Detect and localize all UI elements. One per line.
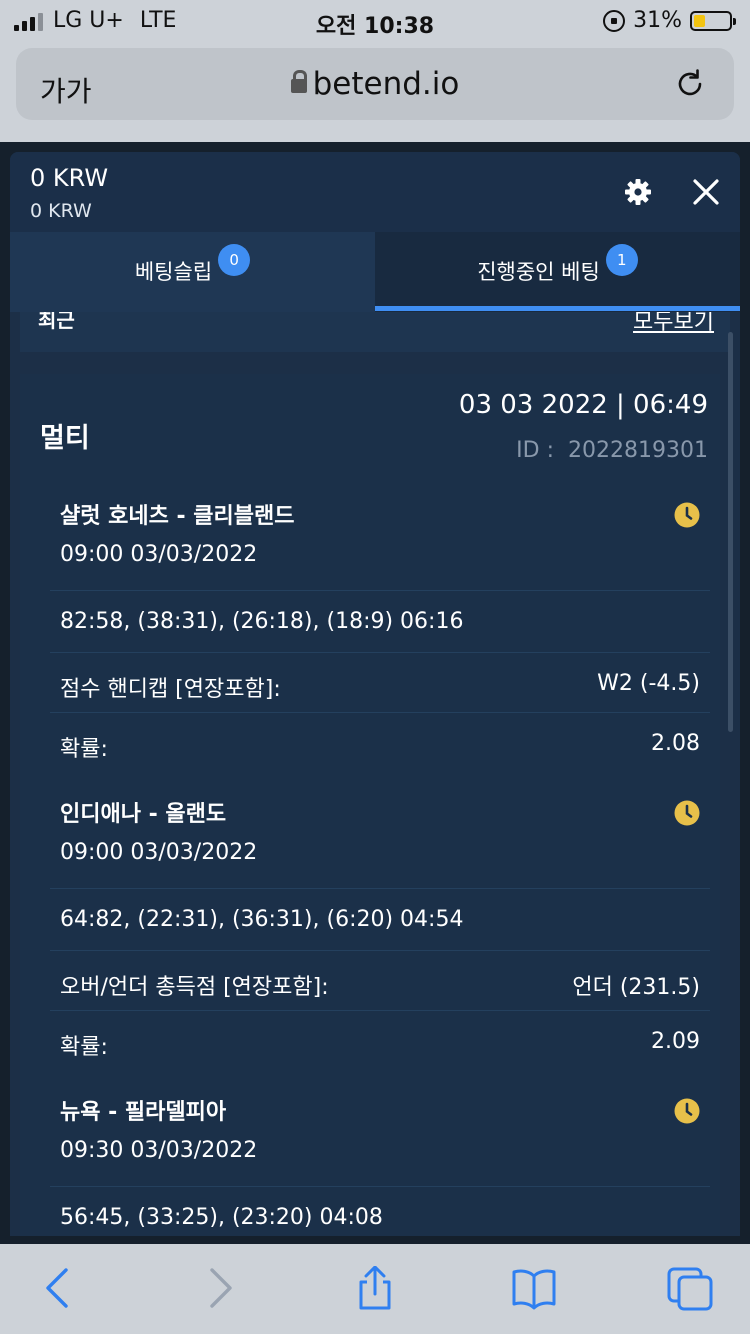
scrollbar[interactable]	[728, 332, 733, 732]
back-icon[interactable]	[36, 1266, 80, 1310]
bet-leg: 인디애나 - 올랜도 09:00 03/03/2022 64:82, (22:3…	[50, 796, 710, 1096]
leg-match: 인디애나 - 올랜도	[60, 802, 227, 827]
leg-market-value: 언더 (231.5)	[572, 975, 700, 1000]
leg-market-row: 오버/언더 총득점 [연장포함]: 언더 (231.5)	[50, 950, 710, 1012]
leg-odds-label: 확률:	[60, 737, 108, 762]
share-icon[interactable]	[353, 1266, 397, 1310]
leg-odds-value: 2.09	[651, 1029, 700, 1054]
tab-open-bets-badge: 1	[605, 244, 638, 276]
tab-open-bets-label: 진행중인 베팅	[477, 260, 600, 284]
modal-header: 0 KRW 0 KRW	[10, 152, 740, 232]
battery-icon	[690, 10, 736, 31]
forward-icon[interactable]	[198, 1266, 242, 1310]
tab-betslip-badge: 0	[218, 244, 251, 276]
bet-id-value: 2022819301	[568, 438, 708, 463]
leg-score: 82:58, (38:31), (26:18), (18:9) 06:16	[60, 609, 464, 634]
leg-score-row: 56:45, (33:25), (23:20) 04:08	[50, 1186, 710, 1236]
bet-leg: 뉴욕 - 필라델피아 09:30 03/03/2022 56:45, (33:2…	[50, 1094, 710, 1236]
balance-primary: 0 KRW	[30, 164, 109, 192]
tab-open-bets[interactable]: 진행중인 베팅 1	[375, 232, 740, 312]
leg-market-label: 오버/언더 총득점 [연장포함]:	[60, 975, 329, 1000]
leg-odds-value: 2.08	[651, 731, 700, 756]
recent-header: 최근 모두보기	[20, 312, 730, 352]
leg-market-label: 점수 핸디캡 [연장포함]:	[60, 677, 281, 702]
battery-percent: 31%	[633, 8, 682, 33]
padlock-icon	[290, 70, 307, 93]
leg-score: 64:82, (22:31), (36:31), (6:20) 04:54	[60, 907, 464, 932]
balance-secondary: 0 KRW	[30, 200, 92, 222]
clock-icon	[674, 1098, 700, 1124]
rotation-lock-icon	[603, 9, 626, 32]
leg-odds-row: 확률: 2.08	[50, 712, 710, 774]
leg-match: 뉴욕 - 필라델피아	[60, 1100, 227, 1125]
active-tab-indicator	[375, 306, 740, 311]
gear-icon[interactable]	[622, 176, 654, 208]
leg-market-row: 점수 핸디캡 [연장포함]: W2 (-4.5)	[50, 652, 710, 714]
bet-modal: 0 KRW 0 KRW 베팅슬립 0 진행중인 베팅 1 최근 모두보기 멀티 …	[10, 152, 740, 1236]
leg-odds-row: 확률: 2.09	[50, 1010, 710, 1072]
leg-date: 09:00 03/03/2022	[60, 840, 258, 865]
bets-scroll-area[interactable]: 최근 모두보기 멀티 03 03 2022 | 06:49 ID : 20228…	[10, 312, 740, 1236]
tab-betslip-label: 베팅슬립	[134, 260, 213, 284]
leg-date: 09:00 03/03/2022	[60, 542, 258, 567]
leg-date: 09:30 03/03/2022	[60, 1138, 258, 1163]
tab-betslip[interactable]: 베팅슬립 0	[10, 232, 375, 312]
reload-icon[interactable]	[672, 66, 708, 102]
tabs-icon[interactable]	[666, 1266, 714, 1312]
leg-score-row: 64:82, (22:31), (36:31), (6:20) 04:54	[50, 888, 710, 950]
browser-toolbar	[0, 1244, 750, 1334]
leg-score: 56:45, (33:25), (23:20) 04:08	[60, 1205, 383, 1230]
view-all-link[interactable]: 모두보기	[633, 312, 714, 336]
leg-odds-label: 확률:	[60, 1035, 108, 1060]
leg-market-value: W2 (-4.5)	[597, 671, 700, 696]
browser-header: 가가 betend.io	[0, 42, 750, 142]
bet-id: ID : 2022819301	[516, 438, 708, 463]
url-text: betend.io	[312, 66, 460, 102]
bet-type: 멀티	[40, 423, 90, 454]
status-right: 31%	[603, 8, 736, 33]
address-bar[interactable]: 가가 betend.io	[16, 48, 734, 120]
leg-score-row: 82:58, (38:31), (26:18), (18:9) 06:16	[50, 590, 710, 652]
bookmarks-icon[interactable]	[510, 1266, 558, 1310]
clock-icon	[674, 502, 700, 528]
bet-datetime: 03 03 2022 | 06:49	[458, 390, 708, 420]
close-icon[interactable]	[690, 176, 722, 208]
bet-card: 멀티 03 03 2022 | 06:49 ID : 2022819301 샬럿…	[20, 374, 720, 1236]
status-bar: LG U+ LTE 오전 10:38 31%	[0, 0, 750, 42]
clock-icon	[674, 800, 700, 826]
recent-label: 최근	[38, 312, 75, 332]
leg-match: 샬럿 호네츠 - 클리블랜드	[60, 504, 295, 529]
tab-bar: 베팅슬립 0 진행중인 베팅 1	[10, 232, 740, 312]
url-display[interactable]: betend.io	[16, 66, 734, 102]
bet-leg: 샬럿 호네츠 - 클리블랜드 09:00 03/03/2022 82:58, (…	[50, 498, 710, 798]
bet-id-label: ID :	[516, 438, 555, 463]
